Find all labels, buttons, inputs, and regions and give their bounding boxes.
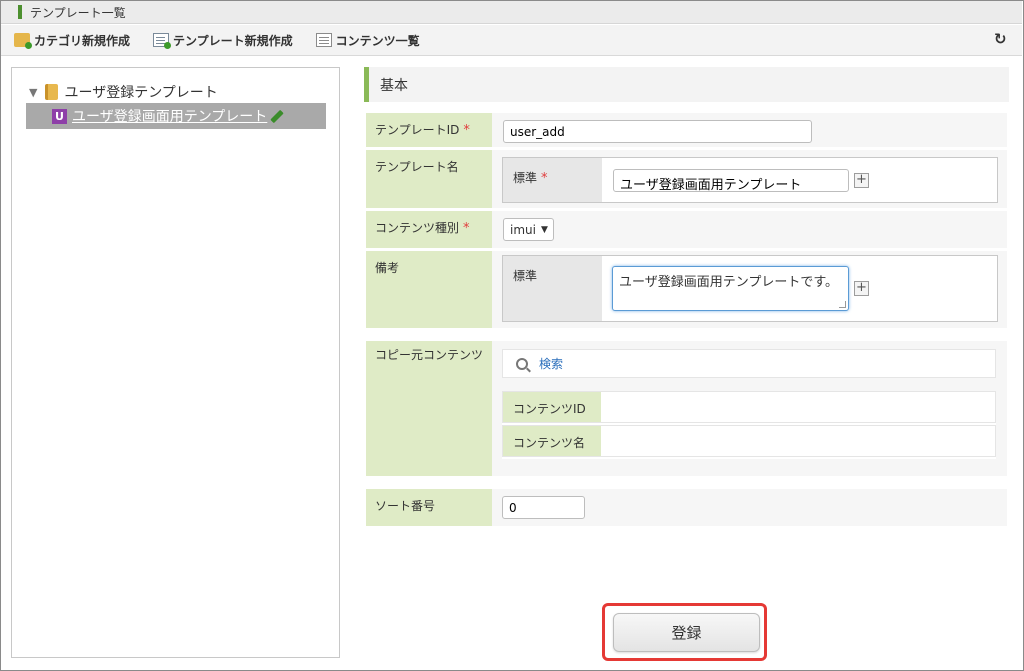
- search-icon[interactable]: [516, 357, 528, 370]
- remarks-text: ユーザ登録画面用テンプレートです。: [619, 275, 839, 290]
- content-id-label: コンテンツID: [503, 392, 601, 422]
- content-type-select[interactable]: imui ▼: [503, 218, 554, 241]
- row-remarks: 備考 標準 ユーザ登録画面用テンプレートです。 +: [366, 251, 1007, 328]
- sort-order-label: ソート番号: [366, 489, 492, 526]
- title-bar: テンプレート一覧: [1, 1, 1022, 24]
- template-id-label: テンプレートID *: [366, 113, 492, 147]
- template-id-input[interactable]: user_add: [503, 120, 812, 143]
- chevron-down-icon: ▼: [540, 224, 548, 235]
- remarks-locale-label: 標準: [503, 256, 602, 321]
- document-add-icon: [153, 33, 172, 49]
- row-template-id: テンプレートID * user_add: [366, 113, 1007, 147]
- content-id-row: コンテンツID: [502, 391, 996, 423]
- folder-icon: [45, 84, 59, 100]
- add-locale-plus-button[interactable]: +: [854, 281, 869, 296]
- search-link[interactable]: 検索: [539, 355, 563, 372]
- required-mark: *: [463, 123, 470, 138]
- content-name-label: コンテンツ名: [503, 426, 601, 456]
- template-type-badge: U: [52, 108, 67, 124]
- category-new-button[interactable]: カテゴリ新規作成: [14, 32, 130, 49]
- template-name-locale-label: 標準 *: [503, 158, 602, 202]
- copy-source-search: 検索: [502, 349, 996, 378]
- template-name-input[interactable]: ユーザ登録画面用テンプレート: [613, 169, 849, 193]
- collapse-triangle-icon[interactable]: ▼: [29, 86, 37, 99]
- toolbar: カテゴリ新規作成 テンプレート新規作成 コンテンツ一覧 ↻: [1, 25, 1022, 56]
- section-header-basic: 基本: [364, 67, 1009, 102]
- remarks-localized-table: 標準 ユーザ登録画面用テンプレートです。 +: [502, 255, 998, 322]
- content-list-label: コンテンツ一覧: [335, 33, 420, 48]
- tree-child-label[interactable]: ユーザ登録画面用テンプレート: [72, 106, 267, 126]
- tree-root-category[interactable]: ▼ ユーザ登録テンプレート: [29, 82, 218, 102]
- tree-item-selected-template[interactable]: U ユーザ登録画面用テンプレート: [26, 103, 326, 129]
- category-new-label: カテゴリ新規作成: [34, 33, 131, 48]
- window-title: テンプレート一覧: [30, 5, 126, 20]
- refresh-icon[interactable]: ↻: [994, 32, 1008, 47]
- content-name-row: コンテンツ名: [502, 425, 996, 457]
- template-new-label: テンプレート新規作成: [173, 33, 293, 48]
- add-locale-plus-button[interactable]: +: [854, 173, 869, 188]
- copy-source-label: コピー元コンテンツ: [366, 341, 492, 476]
- template-new-button[interactable]: テンプレート新規作成: [153, 32, 293, 49]
- copy-source-info-table: コンテンツID コンテンツ名: [502, 391, 996, 459]
- register-button[interactable]: 登録: [613, 613, 760, 652]
- row-sort-order: ソート番号 0: [366, 489, 1007, 526]
- content-type-label: コンテンツ種別 *: [366, 211, 492, 248]
- template-name-label: テンプレート名: [366, 150, 492, 208]
- content-list-button[interactable]: コンテンツ一覧: [315, 32, 420, 49]
- row-template-name: テンプレート名 標準 * ユーザ登録画面用テンプレート +: [366, 150, 1007, 208]
- remarks-textarea[interactable]: ユーザ登録画面用テンプレートです。: [612, 266, 849, 311]
- template-name-localized-table: 標準 * ユーザ登録画面用テンプレート +: [502, 157, 998, 203]
- tree-root-label: ユーザ登録テンプレート: [64, 85, 218, 101]
- title-marker: [18, 5, 22, 19]
- list-icon: [315, 33, 332, 47]
- pencil-icon: [270, 109, 285, 123]
- folder-add-icon: [14, 33, 32, 49]
- remarks-label: 備考: [366, 251, 492, 328]
- row-content-type: コンテンツ種別 * imui ▼: [366, 211, 1007, 248]
- template-tree-panel: ▼ ユーザ登録テンプレート U ユーザ登録画面用テンプレート: [11, 67, 340, 658]
- resize-grip-icon[interactable]: [839, 301, 846, 308]
- sort-order-input[interactable]: 0: [502, 496, 585, 519]
- content-type-value: imui: [510, 222, 536, 237]
